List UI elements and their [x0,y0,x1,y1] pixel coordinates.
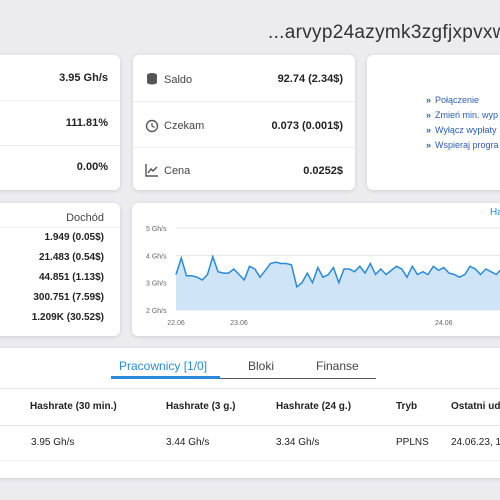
stale-value: 0.00% [76,161,108,173]
link-disable-payouts[interactable]: » Wyłącz wypłaty [426,125,496,135]
divider [0,145,120,146]
balance-value: 92.74 (2.34$) [277,73,343,85]
tab-finances[interactable]: Finanse [316,359,359,373]
link-connection[interactable]: » Połączenie [426,95,479,105]
income-card: Dochód 1.949 (0.05$) 21.483 (0.54$) 44.8… [0,203,120,336]
tab-workers[interactable]: Pracownicy [1/0] [119,359,207,373]
income-value: 300.751 (7.59$) [33,292,104,303]
x-tick-label: 23.06 [230,320,248,327]
balance-card: Saldo 92.74 (2.34$) Czekam 0.073 (0.001$… [133,55,355,190]
hashrate-card: 3.95 Gh/s 111.81% 0.00% [0,55,120,190]
chevron-double-right-icon: » [426,110,432,120]
coins-icon [147,73,157,85]
x-tick-label: 24.06 [435,320,453,327]
worker-mode: PPLNS [396,437,429,448]
divider [0,100,120,101]
hashrate-chart: 5 Gh/s 4 Gh/s 3 Gh/s 2 Gh/s22.06 23.06 24.06 [146,226,500,327]
price-label: Cena [164,165,191,177]
chart-legend[interactable]: Ha [490,207,500,218]
hashrate-chart-card: Ha 5 Gh/s 4 Gh/s 3 Gh/s 2 Gh/s22.06 23.06 24.… [132,203,500,336]
wallet-address: ...arvyp24azymk3zgfjxpvxwc [268,22,500,43]
clock-icon [145,119,159,133]
chevron-double-right-icon: » [426,125,432,135]
chevron-double-right-icon: » [426,95,432,105]
link-label: Wspieraj progra [435,140,499,150]
link-label: Połączenie [435,95,480,105]
hashrate-area [176,256,500,310]
tab-blocks[interactable]: Bloki [248,359,274,373]
y-tick-label: 2 Gh/s [146,308,167,315]
workers-card: Pracownicy [1/0] Bloki Finanse Hashrate … [0,348,500,478]
income-value: 1.209K (30.52$) [31,312,104,323]
column-header[interactable]: Ostatni ud [451,401,500,412]
income-header: Dochód [66,212,104,224]
pending-value: 0.073 (0.001$) [271,120,343,132]
active-tab-indicator [111,376,220,379]
price-value: 0.0252$ [303,165,343,177]
link-change-min-payout[interactable]: » Zmień min. wyp [426,110,498,120]
y-tick-label: 5 Gh/s [146,226,167,233]
links-card: » Połączenie » Zmień min. wyp » Wyłącz wypł… [367,55,500,190]
hashrate-value: 3.95 Gh/s [59,72,108,84]
divider [133,101,355,102]
column-header[interactable]: Tryb [396,401,417,412]
link-support-program[interactable]: » Wspieraj progra [426,140,499,150]
worker-hashrate-24h: 3.34 Gh/s [276,437,320,448]
x-tick-label: 22.06 [167,320,185,327]
chevron-double-right-icon: » [426,140,432,150]
worker-hashrate-30m: 3.95 Gh/s [31,437,75,448]
link-label: Zmień min. wyp [435,110,499,120]
pending-label: Czekam [164,120,205,132]
y-tick-label: 4 Gh/s [146,253,167,260]
worker-hashrate-3h: 3.44 Gh/s [166,437,210,448]
divider [0,425,500,426]
balance-label: Saldo [164,74,193,86]
worker-last-share: 24.06.23, 1 [451,437,500,448]
income-value: 1.949 (0.05$) [44,232,105,243]
link-label: Wyłącz wypłaty [435,125,497,135]
divider [133,147,355,148]
y-tick-label: 3 Gh/s [146,281,167,288]
column-header[interactable]: Hashrate (30 min.) [30,401,117,412]
column-header[interactable]: Hashrate (3 g.) [166,401,235,412]
divider [0,460,500,461]
income-value: 44.851 (1.13$) [38,272,104,283]
chart-line-icon [145,164,158,177]
divider [0,388,500,389]
efficiency-value: 111.81% [65,117,108,129]
column-header[interactable]: Hashrate (24 g.) [276,401,351,412]
income-value: 21.483 (0.54$) [38,252,104,263]
divider [0,227,120,228]
